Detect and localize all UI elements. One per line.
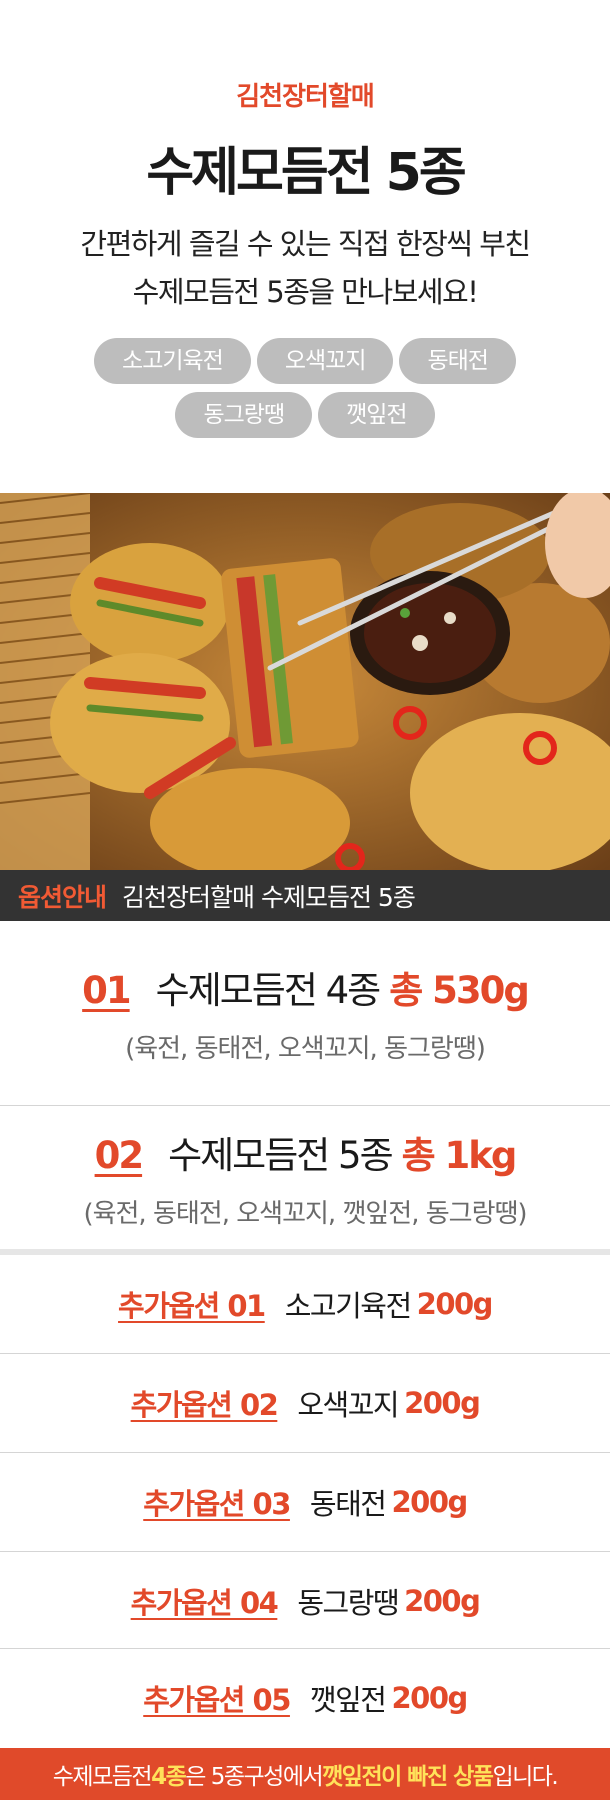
plan-amount: 총 530g bbox=[389, 969, 530, 1012]
addon-name: 동태전 bbox=[309, 1487, 387, 1521]
option-info-text: 김천장터할매 수제모듬전 5종 bbox=[122, 882, 416, 912]
plan-number: 02 bbox=[94, 1134, 144, 1177]
addon-option-05: 추가옵션 05 깻잎전 200g bbox=[0, 1649, 610, 1747]
chip-skewer-jeon: 오색꼬지 bbox=[256, 338, 394, 384]
addon-label: 추가옵션 02 bbox=[130, 1388, 279, 1422]
addon-option-03: 추가옵션 03 동태전 200g bbox=[0, 1453, 610, 1551]
addon-name: 깻잎전 bbox=[309, 1683, 387, 1717]
plan-number: 01 bbox=[82, 969, 131, 1012]
addon-label: 추가옵션 04 bbox=[130, 1586, 279, 1620]
addon-label: 추가옵션 05 bbox=[143, 1683, 291, 1717]
brand-name: 김천장터할매 bbox=[236, 82, 375, 112]
chip-pollock-jeon: 동태전 bbox=[399, 338, 516, 384]
addon-label: 추가옵션 01 bbox=[118, 1289, 266, 1323]
footer-text: 입니다. bbox=[492, 1764, 558, 1790]
addon-name: 오색꼬지 bbox=[297, 1388, 399, 1422]
jeon-platter-illustration bbox=[0, 493, 610, 870]
addon-option-02: 추가옵션 02 오색꼬지 200g bbox=[0, 1354, 610, 1452]
divider bbox=[0, 1105, 610, 1106]
addon-option-01: 추가옵션 01 소고기육전 200g bbox=[0, 1255, 610, 1353]
chip-meatball-jeon: 동그랑땡 bbox=[175, 392, 313, 438]
addon-weight: 200g bbox=[391, 1681, 468, 1715]
addon-weight: 200g bbox=[416, 1287, 494, 1321]
variety-chips: 소고기육전 오색꼬지 동태전 동그랑땡 깻잎전 bbox=[0, 338, 610, 438]
chip-perilla-jeon: 깻잎전 bbox=[318, 392, 435, 438]
product-photo bbox=[0, 493, 610, 870]
product-title: 수제모듬전 5종 bbox=[146, 143, 466, 203]
plan-name: 수제모듬전 4종 bbox=[155, 969, 382, 1012]
addon-weight: 200g bbox=[404, 1386, 481, 1420]
footer-text: 수제모듬전 bbox=[52, 1764, 153, 1790]
product-description: 간편하게 즐길 수 있는 직접 한장씩 부친 수제모듬전 5종을 만나보세요! bbox=[0, 220, 610, 316]
option-info-tag: 옵션안내 bbox=[18, 882, 107, 912]
addon-weight: 200g bbox=[391, 1485, 468, 1519]
plan-option-02: 02 수제모듬전 5종 총 1kg (육전, 동태전, 오색꼬지, 깻잎전, 동… bbox=[0, 1125, 610, 1230]
addon-label: 추가옵션 03 bbox=[143, 1487, 291, 1521]
chip-beef-jeon: 소고기육전 bbox=[94, 338, 251, 384]
plan-amount: 총 1kg bbox=[401, 1134, 518, 1177]
plan-option-01: 01 수제모듬전 4종 총 530g (육전, 동태전, 오색꼬지, 동그랑땡) bbox=[0, 960, 610, 1065]
plan-contents: (육전, 동태전, 오색꼬지, 깻잎전, 동그랑땡) bbox=[83, 1199, 527, 1229]
footer-highlight: 4종 bbox=[151, 1764, 187, 1790]
addon-option-04: 추가옵션 04 동그랑땡 200g bbox=[0, 1552, 610, 1650]
plan-name: 수제모듬전 5종 bbox=[168, 1134, 394, 1177]
addon-name: 동그랑땡 bbox=[297, 1586, 399, 1620]
plan-contents: (육전, 동태전, 오색꼬지, 동그랑땡) bbox=[125, 1034, 486, 1064]
addon-name: 소고기육전 bbox=[284, 1289, 412, 1323]
footer-notice: 수제모듬전 4종 은 5종구성에서 깻잎전이 빠진 상품 입니다. bbox=[0, 1748, 610, 1800]
description-line-1: 간편하게 즐길 수 있는 직접 한장씩 부친 bbox=[80, 227, 531, 261]
footer-text: 은 5종구성에서 bbox=[185, 1764, 323, 1790]
footer-highlight: 깻잎전이 빠진 상품 bbox=[322, 1764, 494, 1790]
option-info-bar: 옵션안내 김천장터할매 수제모듬전 5종 bbox=[0, 870, 610, 921]
addon-weight: 200g bbox=[404, 1584, 481, 1618]
description-line-2: 수제모듬전 5종을 만나보세요! bbox=[132, 275, 479, 309]
